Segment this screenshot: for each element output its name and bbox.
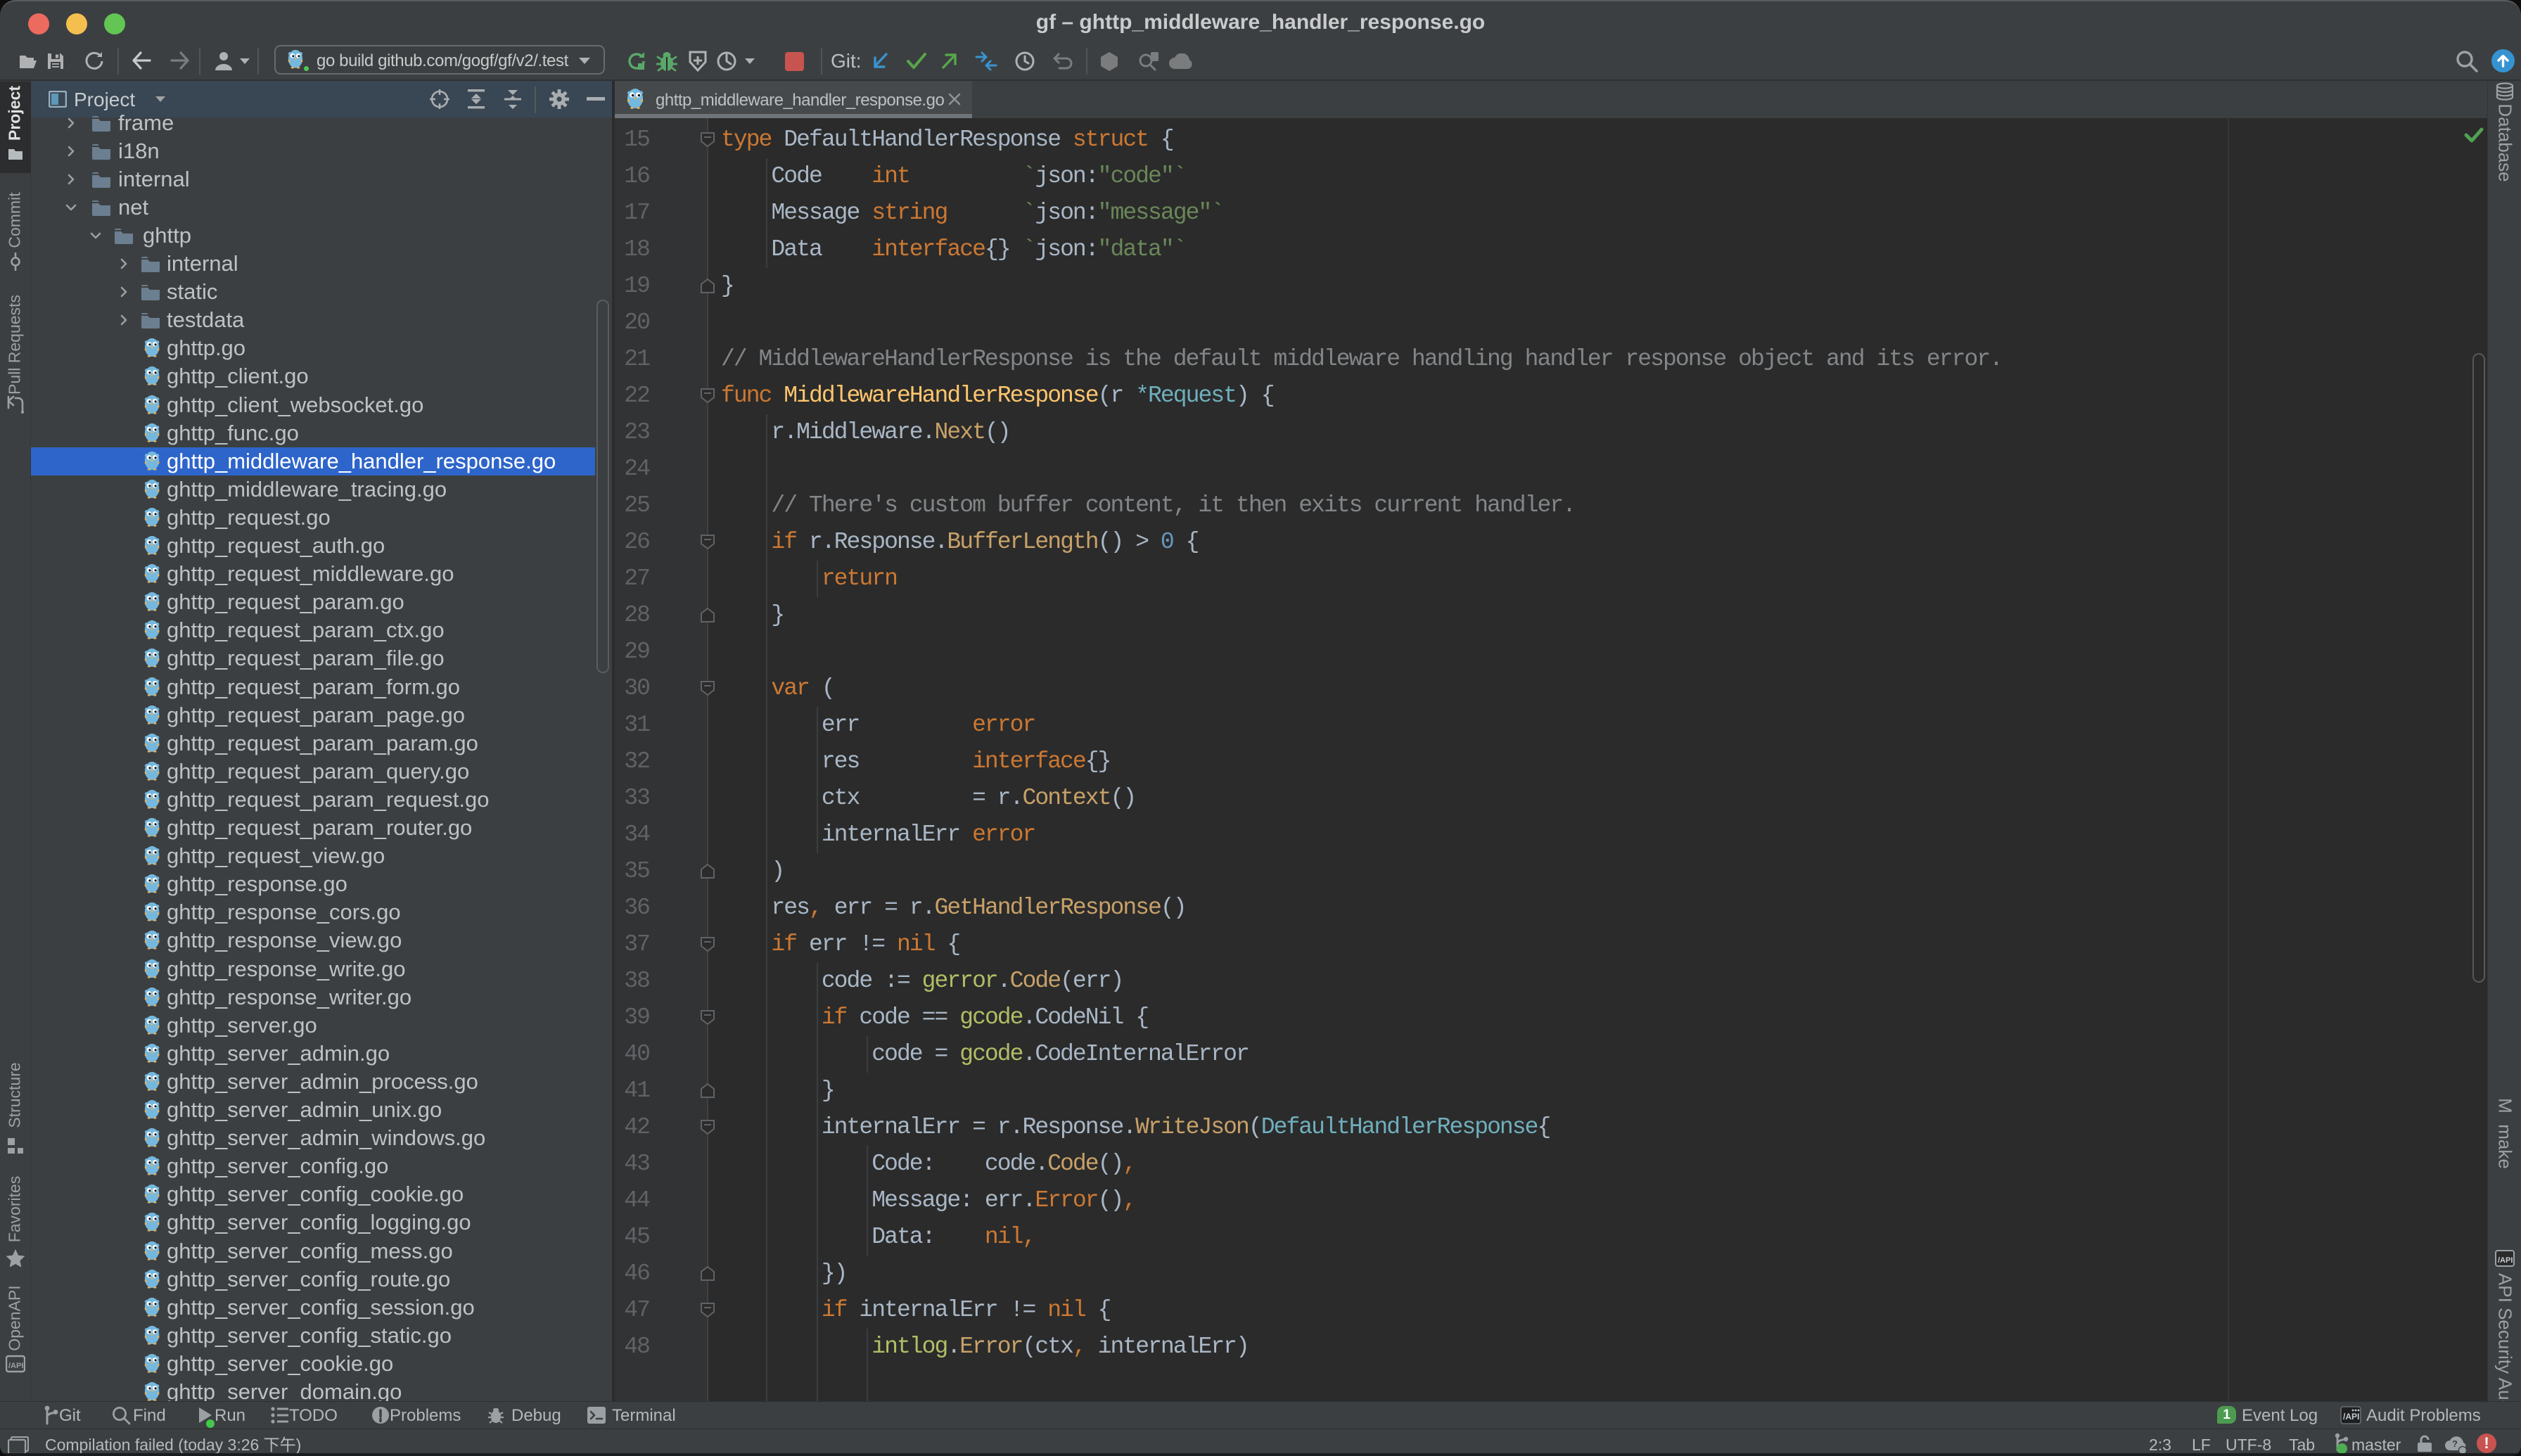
- svg-text:/API: /API: [8, 1362, 23, 1370]
- svg-text:/API: /API: [2343, 1412, 2359, 1422]
- svg-text:?: ?: [2452, 1438, 2458, 1449]
- svg-text:/API: /API: [2498, 1256, 2513, 1265]
